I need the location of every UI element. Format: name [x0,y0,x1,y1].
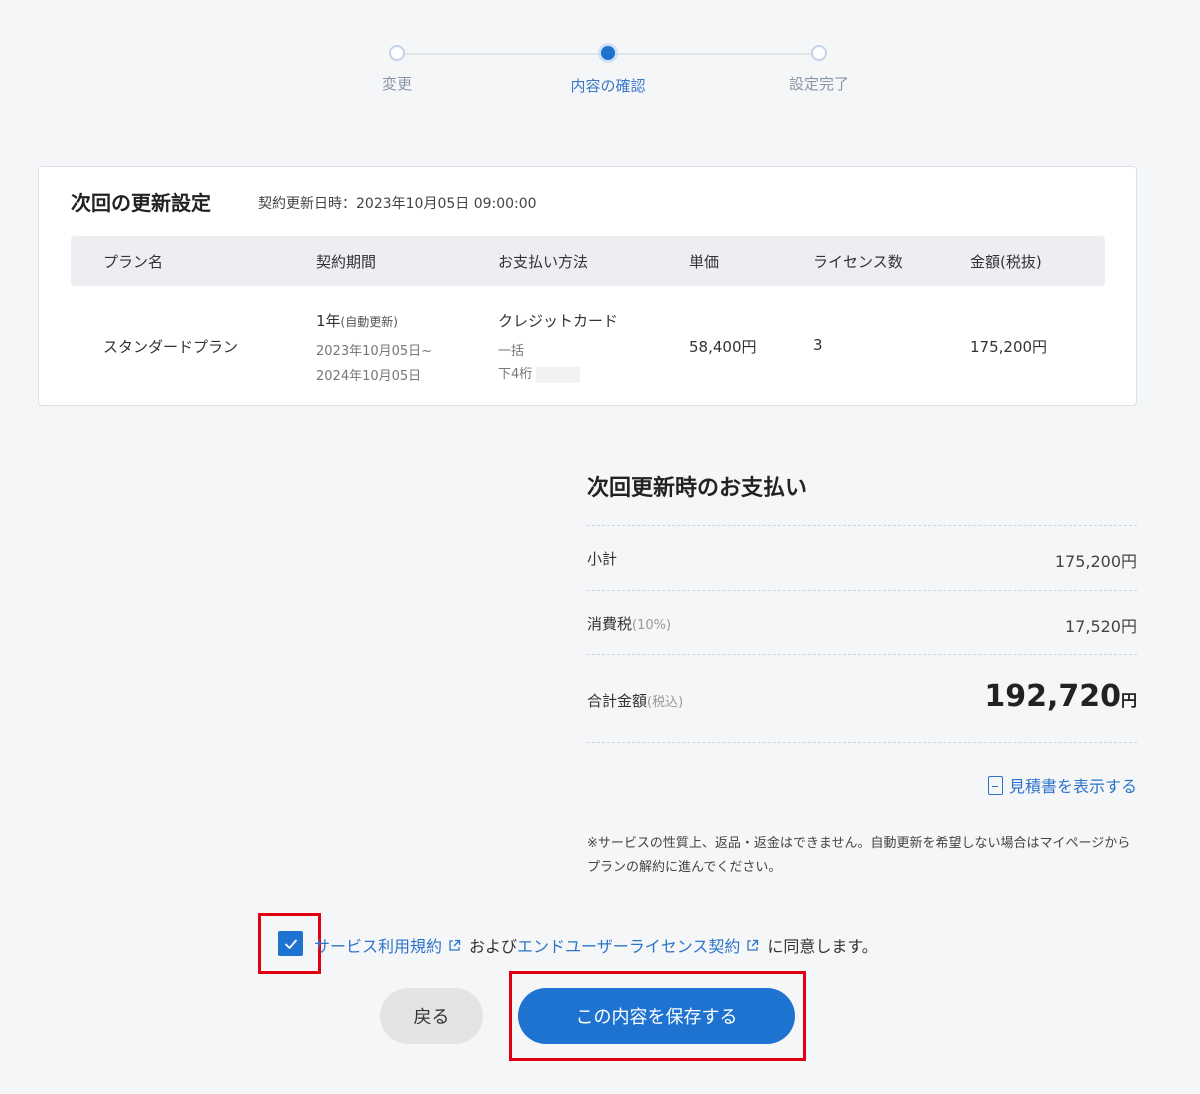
col-unit-price: 単価 [689,253,720,271]
view-estimate-link[interactable]: 見積書を表示する [987,773,1137,797]
agree-checkbox[interactable] [278,931,303,956]
step-label: 変更 [381,75,412,93]
refund-notice: ※サービスの性質上、返品・返金はできません。自動更新を希望しない場合はマイページ… [587,836,1131,875]
masked-digits [536,366,581,383]
step-change: 変更 [337,42,457,94]
total-row: 合計金額(税込) 192,720円 [587,654,1137,743]
agree-suffix: に同意します。 [767,937,878,956]
col-payment: お支払い方法 [498,253,589,271]
amount: 175,200円 [970,338,1048,356]
period-main: 1年(自動更新) [316,312,398,330]
estimate-link-label: 見積書を表示する [1008,777,1137,796]
step-dot [389,45,405,61]
check-icon [284,939,297,949]
payment-summary: 次回更新時のお支払い 小計 175,200円 消費税(10%) 17,520円 … [587,470,1137,875]
external-link-icon [747,939,759,951]
table-row: スタンダードプラン 1年(自動更新) 2023年10月05日~ 2024年10月… [71,286,1105,396]
unit-price: 58,400円 [689,338,757,356]
eula-link[interactable]: エンドユーザーライセンス契約 [517,933,740,957]
step-dot [811,45,827,61]
card-title: 次回の更新設定 [71,191,211,215]
summary-title: 次回更新時のお支払い [587,476,808,501]
summary-divider [587,742,1137,743]
plan-name: スタンダードプラン [103,338,239,356]
subtotal-label: 小計 [587,550,618,568]
tax-value: 17,520円 [1065,617,1137,636]
subtotal-row: 小計 175,200円 [587,525,1137,590]
save-button[interactable]: この内容を保存する [518,988,795,1044]
table-header: プラン名 契約期間 お支払い方法 単価 ライセンス数 金額(税抜) [71,236,1105,286]
period-start: 2023年10月05日~ [316,344,433,359]
col-plan: プラン名 [103,253,164,271]
tax-row: 消費税(10%) 17,520円 [587,590,1137,654]
back-button[interactable]: 戻る [380,988,483,1044]
subtotal-value: 175,200円 [1054,552,1137,571]
and-text: および [469,937,518,956]
step-label: 内容の確認 [570,77,646,95]
step-label: 設定完了 [788,75,849,93]
license-count: 3 [813,336,823,354]
terms-of-service-link[interactable]: サービス利用規約 [314,933,442,957]
step-complete: 設定完了 [759,42,879,94]
external-link-icon [449,939,461,951]
col-period: 契約期間 [316,253,377,271]
col-licenses: ライセンス数 [813,253,903,271]
page: 変更 内容の確認 設定完了 次回の更新設定 契約更新日時：2023年10月05日… [0,0,1200,1094]
total-label: 合計金額(税込) [587,692,684,710]
step-confirm: 内容の確認 [548,42,668,96]
step-dot-active [598,43,618,63]
col-amount: 金額(税抜) [970,253,1042,271]
card-last4: 下4桁 [498,363,581,383]
payment-method: クレジットカード [498,312,619,330]
period-end: 2024年10月05日 [316,369,422,384]
total-value: 192,720円 [984,679,1137,714]
renewal-date: 契約更新日時：2023年10月05日 09:00:00 [258,196,537,212]
tax-label: 消費税(10%) [587,615,672,633]
renewal-settings-card: 次回の更新設定 契約更新日時：2023年10月05日 09:00:00 プラン名… [38,166,1137,406]
document-icon [987,775,1003,795]
agreement-text: サービス利用規約 および エンドユーザーライセンス契約 に同意します。 [314,933,878,957]
progress-stepper: 変更 内容の確認 設定完了 [0,42,1200,102]
payment-type: 一括 [498,344,525,359]
